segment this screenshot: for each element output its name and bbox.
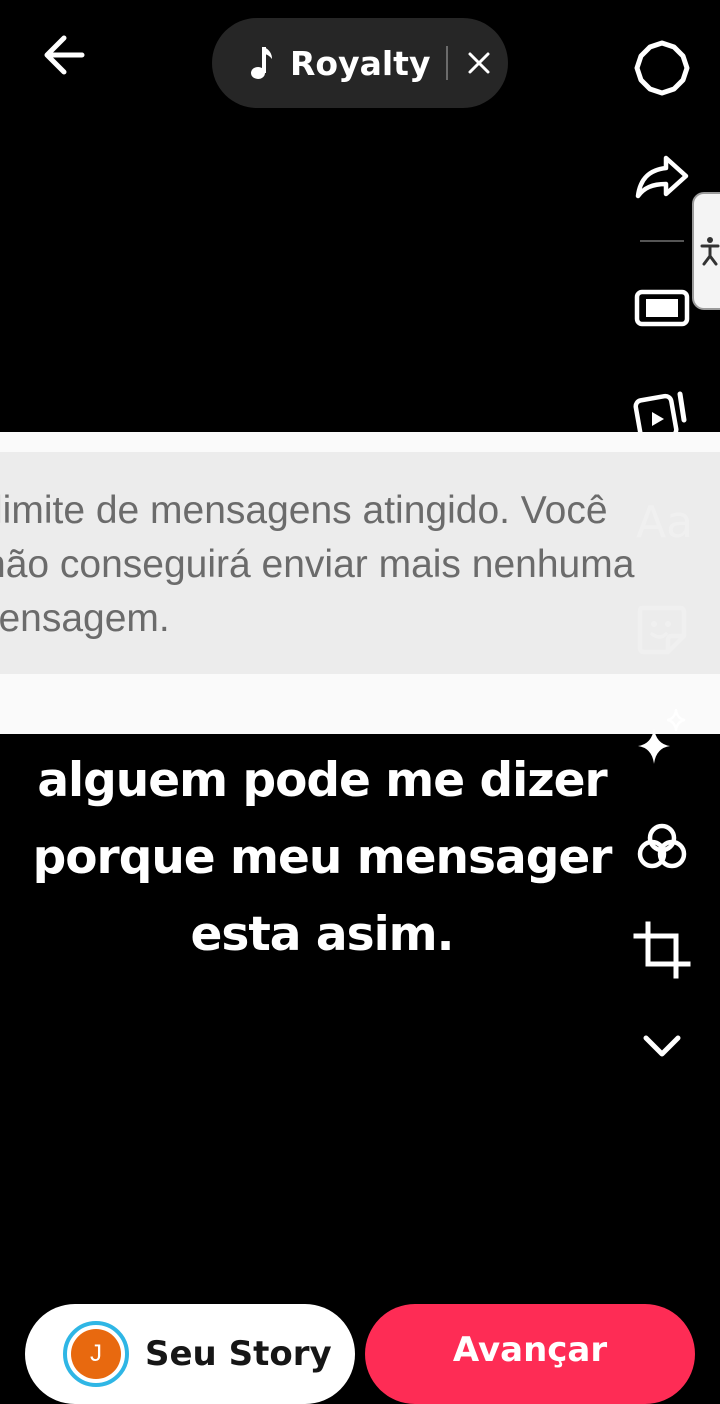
your-story-button[interactable]: J Seu Story	[25, 1304, 355, 1404]
error-line: não conseguirá enviar mais nenhuma	[0, 543, 635, 586]
accessibility-icon	[700, 237, 720, 266]
toolbar-divider	[640, 240, 684, 242]
music-title: Royalty	[290, 43, 431, 83]
error-message-box: limite de mensagens atingido. Você não c…	[0, 452, 720, 674]
error-message-text: limite de mensagens atingido. Você não c…	[0, 484, 720, 646]
settings-button[interactable]	[632, 38, 692, 98]
caption-line: porque meu mensager	[32, 830, 613, 885]
music-selector[interactable]: Royalty	[212, 18, 508, 108]
next-label: Avançar	[452, 1330, 608, 1370]
caption-line: alguem pode me dizer	[37, 753, 607, 808]
screenshot-image: limite de mensagens atingido. Você não c…	[0, 432, 720, 734]
sticker-icon	[637, 605, 687, 655]
sticker-button[interactable]	[632, 600, 692, 660]
caption-text[interactable]: alguem pode me dizer porque meu mensager…	[0, 742, 644, 973]
pill-divider	[446, 46, 449, 80]
chevron-down-icon	[643, 1035, 681, 1057]
more-tools-button[interactable]	[632, 1016, 692, 1076]
your-story-label: Seu Story	[145, 1334, 332, 1374]
next-button[interactable]: Avançar	[365, 1304, 695, 1404]
error-line: mensagem.	[0, 597, 170, 640]
back-button[interactable]	[38, 30, 90, 82]
music-note-icon	[251, 47, 272, 79]
avatar-letter: J	[71, 1329, 121, 1379]
aspect-ratio-icon	[634, 289, 690, 327]
accessibility-tab[interactable]	[692, 192, 720, 310]
close-icon[interactable]	[466, 50, 492, 76]
error-line: limite de mensagens atingido. Você	[0, 489, 608, 532]
share-icon	[635, 155, 689, 199]
share-button[interactable]	[632, 146, 692, 206]
avatar: J	[63, 1321, 129, 1387]
arrow-left-icon	[44, 35, 85, 75]
text-tool-button[interactable]: Aa	[636, 497, 693, 548]
caption-line: esta asim.	[190, 907, 454, 962]
settings-icon	[634, 40, 690, 96]
aspect-ratio-button[interactable]	[632, 278, 692, 338]
